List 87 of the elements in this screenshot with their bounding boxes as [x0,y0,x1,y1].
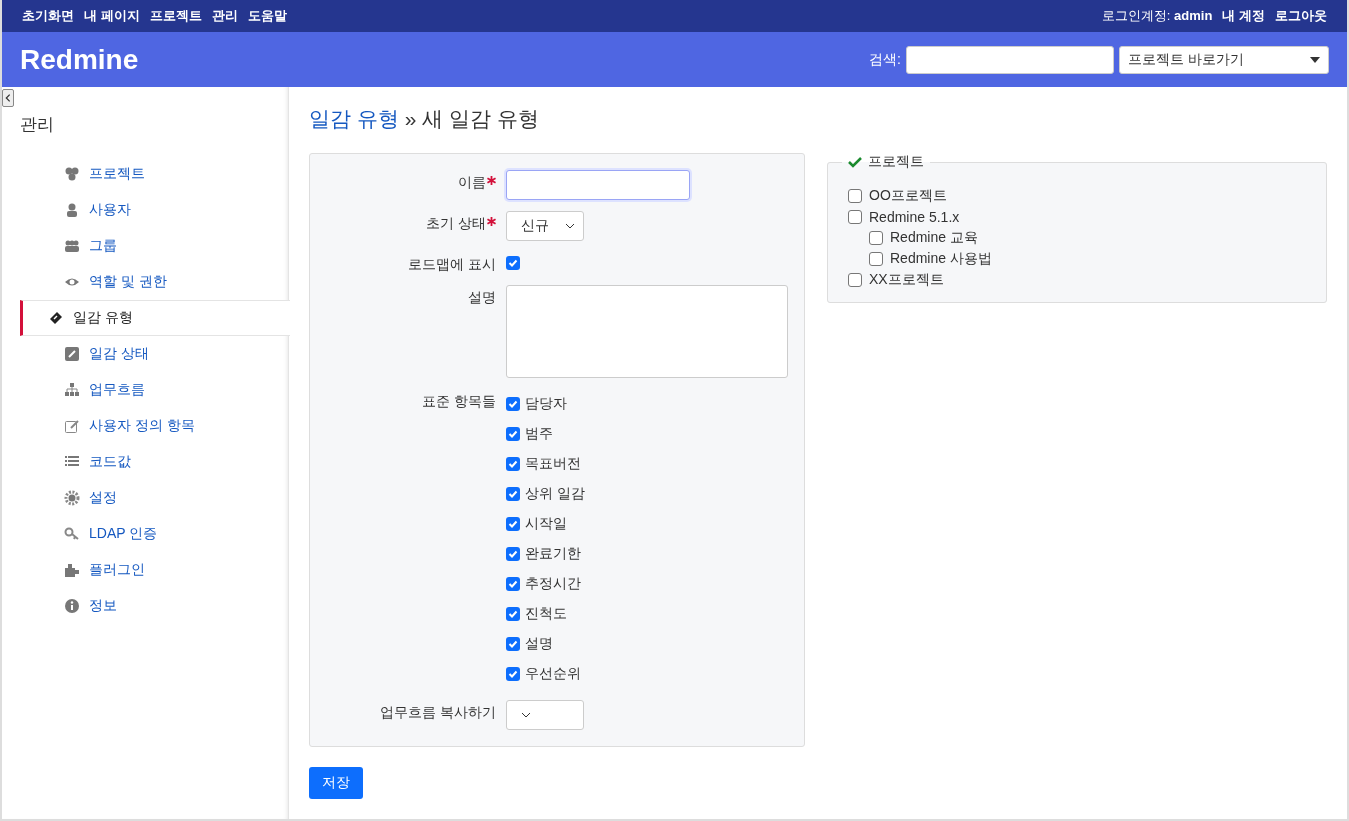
info-icon [64,598,80,614]
checkbox[interactable] [506,667,520,681]
sidebar-item[interactable]: 역할 및 권한 [20,264,288,300]
top-menu-link[interactable]: 도움말 [247,8,287,23]
top-menu-link[interactable]: 관리 [211,8,238,23]
checkbox[interactable] [506,397,520,411]
field-label: 이름 [458,174,486,192]
project-label: Redmine 5.1.x [869,208,960,225]
checkbox[interactable] [506,547,520,561]
puzzle-icon [64,562,80,578]
key-icon [64,526,80,542]
checkbox[interactable] [506,457,520,471]
checkbox-label: 상위 일감 [525,485,585,503]
search-label: 검색: [869,50,901,69]
app-title: Redmine [20,43,139,76]
field-label: 표준 항목들 [422,393,496,411]
project-jump-dropdown[interactable]: 프로젝트 바로가기 [1119,45,1329,74]
sidebar-item[interactable]: LDAP 인증 [20,516,288,552]
account-link[interactable]: 로그아웃 [1275,7,1327,25]
checkbox-label: 목표버전 [525,455,581,473]
checkbox[interactable] [506,427,520,441]
field-label: 초기 상태 [426,215,486,233]
project-label: Redmine 사용법 [890,249,992,268]
pencil-square-icon [64,346,80,362]
top-menu-link[interactable]: 초기화면 [22,8,74,23]
chevron-down-icon [565,221,575,231]
checkbox-label: 설명 [525,635,553,653]
checkbox[interactable] [506,637,520,651]
sidebar-item[interactable]: 사용자 정의 항목 [20,408,288,444]
account-link[interactable]: 내 계정 [1222,7,1265,25]
required-icon [487,176,496,185]
fieldset-legend: 프로젝트 [868,153,924,171]
required-icon [487,217,496,226]
cubes-icon [64,166,80,182]
checkbox[interactable] [848,209,862,224]
caret-icon [1310,56,1320,63]
sidebar-item[interactable]: 정보 [20,588,288,624]
field-label: 설명 [468,289,496,307]
sidebar-item[interactable]: 설정 [20,480,288,516]
checkbox-label: 진척도 [525,605,567,623]
sidebar-item[interactable]: 프로젝트 [20,156,288,192]
top-menu-link[interactable]: 내 페이지 [84,8,140,23]
checkbox-label: 담당자 [525,395,567,413]
search-field[interactable] [906,45,1114,74]
checkbox-label: 시작일 [525,515,567,533]
login-status: 로그인계정: admin [1101,7,1213,25]
checkbox[interactable] [869,251,883,266]
checkbox-label: 우선순위 [525,665,581,683]
project-label: OO프로젝트 [869,186,947,205]
sidebar-item[interactable]: 일감 유형 [20,300,290,336]
checkbox[interactable] [848,188,862,203]
checkbox-label: 추정시간 [525,575,581,593]
sidebar-item[interactable]: 일감 상태 [20,336,288,372]
name-input-field[interactable] [506,170,690,200]
checkbox[interactable] [506,256,520,270]
edit-icon [64,418,80,434]
checkbox[interactable] [506,577,520,591]
project-label: Redmine 교육 [890,228,978,247]
checkmark-icon[interactable] [848,156,862,168]
sitemap-icon [64,382,80,398]
top-menu-link[interactable]: 프로젝트 [149,8,202,23]
project-label: XX프로젝트 [869,270,944,289]
sidebar-item[interactable]: 그룹 [20,228,288,264]
chevron-down-icon [521,710,531,720]
field-label: 업무흐름 복사하기 [380,704,496,722]
checkbox[interactable] [506,487,520,501]
users-icon [64,238,80,254]
sidebar-item[interactable]: 플러그인 [20,552,288,588]
page-title: » 새 일감 유형 [404,106,540,132]
checkbox[interactable] [848,272,862,287]
dropdown[interactable]: 신규 [506,211,584,241]
user-icon [64,202,80,218]
ticket-icon [48,310,64,326]
collapse-sidebar-button[interactable] [2,89,14,107]
sidebar-title: 관리 [20,114,55,136]
sidebar-item[interactable]: 사용자 [20,192,288,228]
checkbox[interactable] [506,517,520,531]
checkbox[interactable] [506,607,520,621]
field-label: 로드맵에 표시 [408,256,496,274]
checkbox[interactable] [869,230,883,245]
save-button[interactable]: 저장 [309,767,363,799]
checkbox-label: 완료기한 [525,545,581,563]
sidebar-item[interactable]: 코드값 [20,444,288,480]
checkbox-label: 범주 [525,425,553,443]
sidebar-item[interactable]: 업무흐름 [20,372,288,408]
gear-icon [64,490,80,506]
breadcrumb-link[interactable]: 일감 유형 [309,105,399,133]
